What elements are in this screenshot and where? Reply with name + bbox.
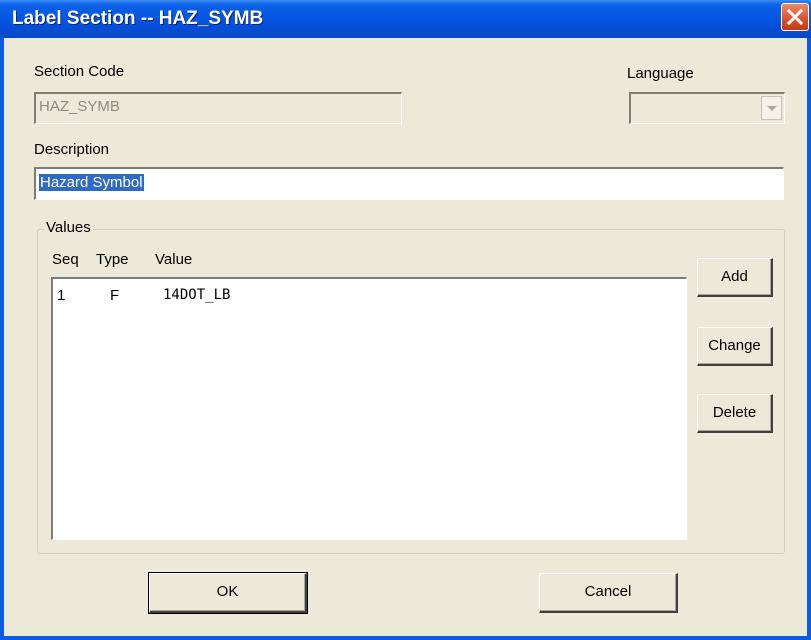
window-title: Label Section -- HAZ_SYMB <box>12 8 264 29</box>
list-item[interactable]: 1 F 14DOT_LB <box>53 283 686 304</box>
values-group-title: Values <box>44 219 93 236</box>
ok-button[interactable]: OK <box>148 572 308 614</box>
title-bar[interactable]: Label Section -- HAZ_SYMB <box>0 0 811 38</box>
row-type: F <box>110 287 120 304</box>
row-value: 14DOT_LB <box>163 287 231 303</box>
close-button[interactable] <box>781 3 809 31</box>
delete-button[interactable]: Delete <box>697 394 773 433</box>
section-code-field: HAZ_SYMB <box>34 92 402 124</box>
language-dropdown-button[interactable] <box>761 96 782 120</box>
dialog-window: Label Section -- HAZ_SYMB Section Code H… <box>0 0 811 640</box>
section-code-value: HAZ_SYMB <box>39 98 120 115</box>
row-seq: 1 <box>57 287 66 304</box>
column-header-seq: Seq <box>52 251 79 268</box>
description-value: Hazard Symbol <box>39 174 144 191</box>
chevron-down-icon <box>767 106 777 111</box>
language-select[interactable] <box>629 92 785 124</box>
values-list[interactable]: 1 F 14DOT_LB <box>51 277 687 540</box>
section-code-label: Section Code <box>34 63 125 80</box>
add-button[interactable]: Add <box>697 258 773 297</box>
change-button[interactable]: Change <box>697 327 773 366</box>
description-input[interactable]: Hazard Symbol <box>34 167 784 200</box>
close-icon <box>787 9 803 25</box>
language-label: Language <box>627 65 694 82</box>
column-header-type: Type <box>96 251 129 268</box>
description-label: Description <box>34 141 110 158</box>
cancel-button[interactable]: Cancel <box>539 573 678 613</box>
language-value <box>631 92 637 113</box>
column-header-value: Value <box>155 251 193 268</box>
